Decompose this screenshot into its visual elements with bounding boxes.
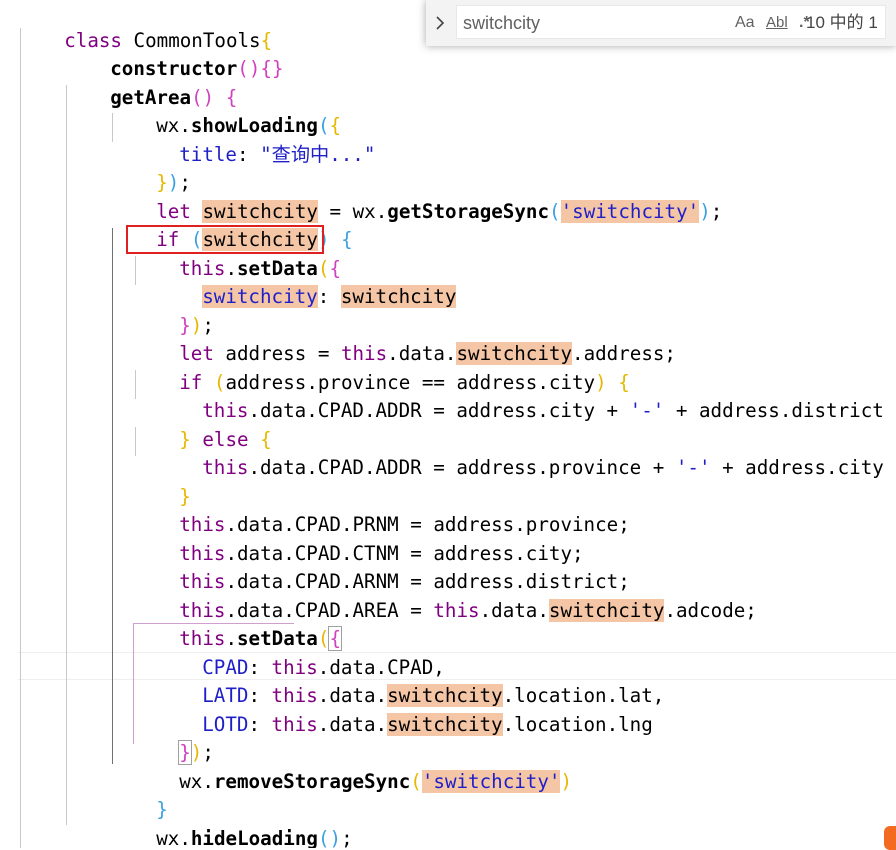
- code-line-13: if (address.province == address.city) {: [133, 340, 630, 394]
- code-line-5: title: "查询中...": [133, 112, 375, 166]
- indent-guide: [66, 85, 67, 825]
- token: hideLoading: [190, 826, 318, 848]
- highlight-annotation-box: [126, 225, 324, 254]
- code-line-10: switchcity: switchcity: [156, 254, 457, 308]
- indent-guide: [112, 228, 113, 764]
- token: + address.city +: [722, 455, 896, 479]
- search-match: switchcity: [340, 284, 457, 308]
- token: '-': [629, 398, 665, 422]
- code-line-12: let address = this.data.switchcity.addre…: [133, 311, 676, 365]
- whole-word-toggle[interactable]: Abl: [766, 6, 788, 40]
- token: .data.CPAD.ADDR = address.city +: [248, 398, 630, 422]
- token: removeStorageSync: [213, 769, 411, 793]
- code-line-14: this.data.CPAD.ADDR = address.city + '-'…: [156, 368, 884, 422]
- token: ;: [341, 826, 353, 848]
- code-line-2: constructor(){}: [64, 26, 283, 80]
- indent-guide: [20, 28, 21, 848]
- code-line-11: });: [133, 283, 214, 337]
- code-line-30: }: [87, 824, 145, 848]
- code-line-23: CPAD: this.data.CPAD,: [156, 625, 445, 679]
- code-line-16: this.data.CPAD.ADDR = address.province +…: [156, 425, 896, 479]
- token: this: [271, 712, 318, 736]
- code-line-20: this.data.CPAD.ARNM = address.district;: [133, 539, 630, 593]
- token: {}: [260, 56, 284, 80]
- token: (: [410, 769, 422, 793]
- code-line-6: });: [110, 140, 191, 194]
- token: wx.: [156, 826, 191, 848]
- code-editor[interactable]: class CommonTools{ constructor(){} getAr…: [0, 0, 896, 848]
- code-line-8: if (switchcity) {: [110, 197, 353, 251]
- search-match: switchcity: [433, 769, 549, 793]
- code-line-26: });: [133, 710, 214, 765]
- token: ): [560, 769, 573, 793]
- find-widget: switchcity Aa Abl .* 10 中的 1: [426, 0, 896, 46]
- code-line-25: LOTD: this.data.switchcity.location.lng: [156, 682, 653, 736]
- token: .data.: [479, 598, 549, 622]
- code-line-27: wx.removeStorageSync('switchcity'): [133, 739, 572, 793]
- token: ': [687, 199, 700, 223]
- code-line-15: } else {: [133, 397, 271, 451]
- token: "查询中...": [260, 142, 376, 166]
- code-line-4: wx.showLoading({: [110, 83, 341, 137]
- token: .location.lng: [502, 712, 653, 736]
- token: ;: [710, 199, 723, 223]
- token: :: [317, 284, 341, 308]
- code-line-3: getArea() {: [64, 55, 237, 109]
- code-line-29: wx.hideLoading();: [110, 796, 352, 848]
- code-line-24: LATD: this.data.switchcity.location.lat,: [156, 653, 664, 707]
- search-match: switchcity: [548, 598, 665, 622]
- token: :: [248, 712, 272, 736]
- token: ': [421, 769, 434, 793]
- chevron-right-icon: [436, 16, 445, 30]
- toggle-replace-button[interactable]: [426, 0, 454, 46]
- code-line-28: }: [110, 767, 168, 821]
- token: ': [560, 199, 573, 223]
- token: .adcode;: [664, 598, 757, 622]
- token: this: [202, 455, 249, 479]
- search-match: switchcity: [572, 199, 688, 223]
- token: .data.CPAD.ADDR = address.province +: [248, 455, 676, 479]
- find-input-value: switchcity: [463, 13, 541, 33]
- find-result-count: 10 中的 1: [806, 13, 878, 32]
- match-case-toggle[interactable]: Aa: [735, 6, 755, 40]
- token: + address.district: [664, 398, 884, 422]
- code-line-21: this.data.CPAD.AREA = this.data.switchci…: [133, 568, 757, 622]
- token: '-': [675, 455, 711, 479]
- token: (): [237, 56, 261, 80]
- code-line-7: let switchcity = wx.getStorageSync('swit…: [110, 169, 722, 223]
- token: wx.: [179, 769, 214, 793]
- token: .data.: [317, 712, 388, 736]
- token: :: [236, 142, 261, 166]
- token: ': [548, 769, 561, 793]
- token: (: [549, 199, 561, 223]
- token: ): [699, 199, 711, 223]
- search-match: switchcity: [202, 284, 318, 308]
- code-line-18: this.data.CPAD.PRNM = address.province;: [133, 482, 630, 536]
- token: this: [433, 598, 480, 622]
- code-line-17: }: [133, 454, 191, 508]
- token: (): [317, 826, 342, 848]
- token: getStorageSync: [387, 199, 550, 223]
- code-line-1: class CommonTools{: [18, 0, 272, 52]
- search-match: switchcity: [387, 712, 503, 736]
- app-badge-icon: [884, 826, 896, 850]
- code-line-22: this.setData({: [133, 596, 342, 651]
- code-line-19: this.data.CPAD.CTNM = address.city;: [133, 511, 583, 565]
